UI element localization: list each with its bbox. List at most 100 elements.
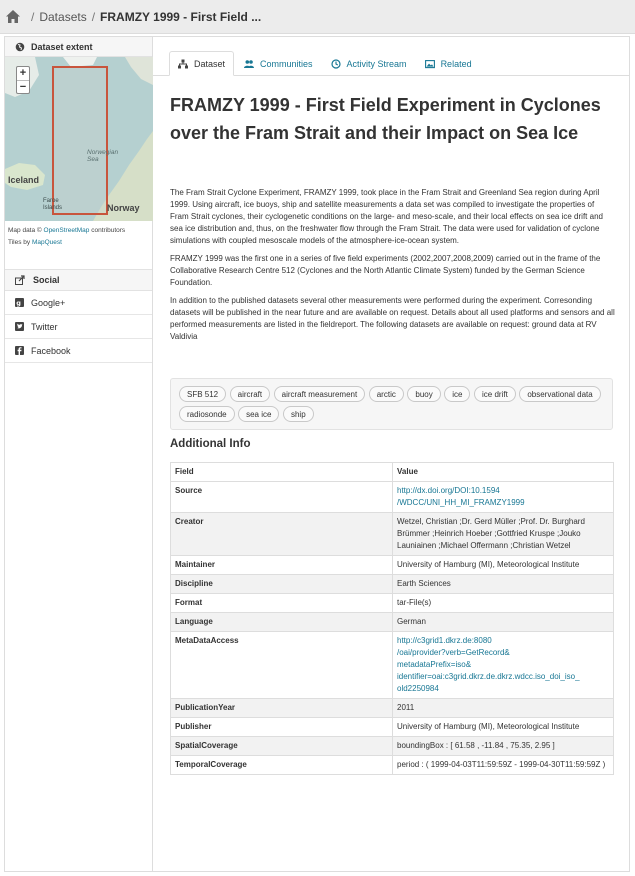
social-item-facebook[interactable]: Facebook — [5, 339, 152, 363]
social-header: Social — [5, 269, 152, 291]
breadcrumb-separator: / — [31, 9, 35, 24]
content-frame: Dataset extent + − Iceland Norway Faroe … — [4, 36, 630, 872]
attribution-suffix: contributors — [91, 227, 126, 234]
map-label-faroe: Faroe Islands — [43, 198, 63, 211]
tag[interactable]: sea ice — [238, 406, 280, 422]
main-content: Dataset Communities Activity Stream Rela… — [153, 37, 629, 871]
value-cell: http://dx.doi.org/DOI:10.1594/WDCC/UNI_H… — [392, 481, 614, 513]
table-row: Discipline Earth Sciences — [170, 574, 614, 594]
map-zoom-control: + − — [16, 66, 30, 94]
value-cell: tar-File(s) — [392, 593, 614, 613]
value-cell: 2011 — [392, 698, 614, 718]
table-row: Language German — [170, 612, 614, 632]
field-cell: Language — [170, 612, 393, 632]
metadata-link-line: http://c3grid1.dkrz.de:8080 — [397, 636, 492, 645]
table-row: Source http://dx.doi.org/DOI:10.1594/WDC… — [170, 481, 614, 513]
social-label-googleplus: Google+ — [31, 297, 66, 308]
description-paragraph: FRAMZY 1999 was the first one in a serie… — [170, 254, 601, 287]
svg-text:g: g — [16, 299, 21, 307]
table-header-row: Field Value — [170, 462, 614, 482]
sidebar: Dataset extent + − Iceland Norway Faroe … — [5, 37, 153, 871]
field-cell: PublicationYear — [170, 698, 393, 718]
tab-related[interactable]: Related — [417, 51, 480, 76]
dataset-extent-title: Dataset extent — [31, 41, 93, 52]
tab-activity-stream[interactable]: Activity Stream — [323, 51, 415, 76]
zoom-out-button[interactable]: − — [17, 80, 29, 93]
field-cell: SpatialCoverage — [170, 736, 393, 756]
mapquest-link[interactable]: MapQuest — [32, 239, 62, 246]
tag[interactable]: ice drift — [474, 386, 516, 402]
sitemap-icon — [178, 59, 188, 68]
tag[interactable]: ship — [282, 406, 314, 422]
source-link[interactable]: http://dx.doi.org/DOI:10.1594/WDCC/UNI_H… — [397, 486, 525, 507]
description-paragraph: In addition to the published datasets se… — [170, 296, 615, 341]
googleplus-icon: g — [15, 298, 24, 307]
tab-activity-stream-label: Activity Stream — [346, 58, 407, 69]
field-cell: MetaDataAccess — [170, 631, 393, 699]
description-paragraph: The Fram Strait Cyclone Experiment, FRAM… — [170, 188, 603, 245]
facebook-icon — [15, 346, 24, 355]
tab-bar: Dataset Communities Activity Stream Rela… — [169, 51, 482, 76]
field-cell: Source — [170, 481, 393, 513]
extent-map[interactable]: + − Iceland Norway Faroe Islands Norwegi… — [5, 57, 153, 221]
map-attribution: Map data © OpenStreetMap contributors Ti… — [5, 221, 152, 251]
tiles-prefix: Tiles by — [8, 239, 31, 246]
social-label-facebook: Facebook — [31, 345, 71, 356]
social-item-twitter[interactable]: Twitter — [5, 315, 152, 339]
tag[interactable]: radiosonde — [179, 406, 235, 422]
openstreetmap-link[interactable]: OpenStreetMap — [44, 227, 90, 234]
tag[interactable]: SFB 512 — [179, 386, 227, 402]
breadcrumb-current[interactable]: FRAMZY 1999 - First Field ... — [100, 10, 261, 24]
tag-list: SFB 512 aircraft aircraft measurement ar… — [170, 378, 613, 430]
social-item-googleplus[interactable]: g Google+ — [5, 291, 152, 315]
breadcrumb-link-datasets[interactable]: Datasets — [39, 10, 86, 24]
tag[interactable]: ice — [444, 386, 471, 402]
tab-dataset[interactable]: Dataset — [169, 51, 235, 76]
metadata-access-link[interactable]: http://c3grid1.dkrz.de:8080/oai/provider… — [397, 636, 580, 693]
breadcrumb-separator: / — [91, 9, 96, 24]
value-cell: http://c3grid1.dkrz.de:8080/oai/provider… — [392, 631, 614, 699]
dataset-description: The Fram Strait Cyclone Experiment, FRAM… — [170, 187, 615, 349]
value-cell: period : ( 1999-04-03T11:59:59Z - 1999-0… — [392, 755, 614, 775]
twitter-icon — [15, 322, 24, 331]
tag[interactable]: buoy — [407, 386, 441, 402]
metadata-link-line: old2250984 — [397, 684, 439, 693]
zoom-in-button[interactable]: + — [17, 67, 29, 80]
value-cell: boundingBox : [ 61.58 , -11.84 , 75.35, … — [392, 736, 614, 756]
breadcrumb: / Datasets / FRAMZY 1999 - First Field .… — [0, 0, 635, 34]
field-cell: Creator — [170, 512, 393, 556]
value-cell: Earth Sciences — [392, 574, 614, 594]
value-cell: University of Hamburg (MI), Meteorologic… — [392, 717, 614, 737]
tag[interactable]: aircraft measurement — [273, 386, 366, 402]
table-row: Publisher University of Hamburg (MI), Me… — [170, 717, 614, 737]
table-row: TemporalCoverage period : ( 1999-04-03T1… — [170, 755, 614, 775]
table-row: Maintainer University of Hamburg (MI), M… — [170, 555, 614, 575]
tab-communities[interactable]: Communities — [236, 51, 321, 76]
additional-info-heading: Additional Info — [170, 438, 251, 450]
table-row: PublicationYear 2011 — [170, 698, 614, 718]
metadata-link-line: /oai/provider?verb=GetRecord& — [397, 648, 510, 657]
table-row: Creator Wetzel, Christian ;Dr. Gerd Müll… — [170, 512, 614, 556]
metadata-link-line: metadataPrefix=iso& — [397, 660, 472, 669]
metadata-link-line: identifier=oai:c3grid.dkrz.de.dkrz.wdcc.… — [397, 672, 580, 681]
tab-communities-label: Communities — [260, 58, 313, 69]
column-header-value: Value — [392, 462, 614, 482]
field-cell: Format — [170, 593, 393, 613]
attribution-prefix: Map data © — [8, 227, 42, 234]
social-title: Social — [33, 275, 60, 285]
dataset-extent-box — [52, 66, 108, 215]
value-cell: Wetzel, Christian ;Dr. Gerd Müller ;Prof… — [392, 512, 614, 556]
table-row: MetaDataAccess http://c3grid1.dkrz.de:80… — [170, 631, 614, 699]
map-label-sea: Norwegian Sea — [87, 149, 119, 163]
group-icon — [244, 59, 255, 68]
tag[interactable]: arctic — [368, 386, 404, 402]
home-icon[interactable] — [6, 10, 20, 23]
clock-icon — [330, 58, 341, 69]
tag[interactable]: aircraft — [229, 386, 271, 402]
field-cell: Publisher — [170, 717, 393, 737]
share-icon — [15, 275, 25, 285]
value-cell: University of Hamburg (MI), Meteorologic… — [392, 555, 614, 575]
field-cell: Maintainer — [170, 555, 393, 575]
dataset-extent-header: Dataset extent — [5, 37, 152, 57]
tag[interactable]: observational data — [519, 386, 601, 402]
